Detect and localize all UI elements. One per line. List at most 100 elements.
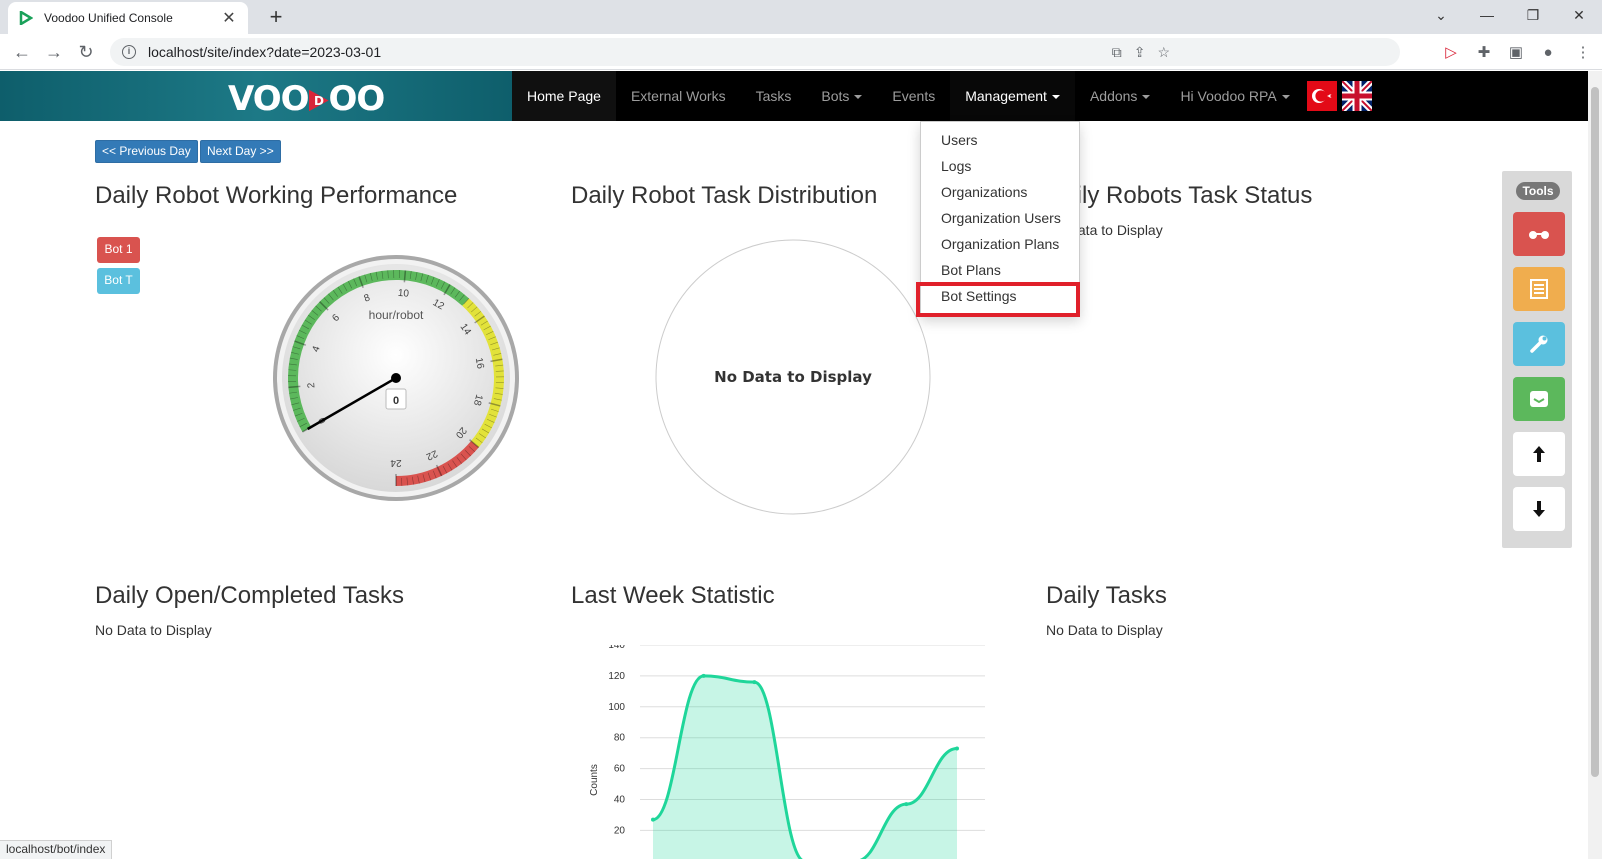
distribution-title: Daily Robot Task Distribution <box>571 182 878 209</box>
nav-addons[interactable]: Addons <box>1075 71 1165 121</box>
voodoo-extension-icon[interactable]: ▷ <box>1440 42 1462 64</box>
share-icon[interactable]: ⇪ <box>1134 44 1146 61</box>
open-completed-title: Daily Open/Completed Tasks <box>95 582 405 609</box>
restore-icon[interactable]: ❐ <box>1510 0 1556 30</box>
arrow-down-icon <box>1533 501 1545 517</box>
nav-external-works[interactable]: External Works <box>616 71 741 121</box>
daily-tasks-title: Daily Tasks <box>1046 582 1167 609</box>
list-icon <box>1530 279 1548 299</box>
gauge-hub <box>391 373 401 383</box>
menu-item-logs[interactable]: Logs <box>921 153 1079 179</box>
reload-icon[interactable]: ↻ <box>72 39 100 65</box>
last-week-title: Last Week Statistic <box>571 582 775 609</box>
extensions-puzzle-icon[interactable]: ✚ <box>1473 42 1495 64</box>
chart-point <box>651 817 655 822</box>
previous-day-button[interactable]: << Previous Day <box>95 140 198 163</box>
menu-item-users[interactable]: Users <box>921 127 1079 153</box>
gauge-tick <box>403 270 407 283</box>
gauge-tick <box>288 385 301 389</box>
gauge-tick-label: 24 <box>390 457 402 468</box>
hdd-icon <box>1530 391 1548 407</box>
close-window-icon[interactable]: ✕ <box>1556 0 1602 30</box>
list-tool-button[interactable] <box>1513 267 1565 311</box>
bot-t-button[interactable]: Bot T <box>97 268 140 294</box>
chart-y-axis-label: Counts <box>589 764 600 796</box>
close-tab-icon[interactable]: ✕ <box>220 8 238 28</box>
menu-item-organizations[interactable]: Organizations <box>921 179 1079 205</box>
minimize-icon[interactable]: — <box>1464 0 1510 30</box>
nav-user-menu[interactable]: Hi Voodoo RPA <box>1165 71 1304 121</box>
next-day-button[interactable]: Next Day >> <box>200 140 281 163</box>
chart-y-tick-label: 140 <box>608 645 625 651</box>
forward-icon[interactable]: → <box>40 39 68 65</box>
chevron-down-icon <box>1051 95 1060 100</box>
brand-area: VOO D OO <box>0 71 515 121</box>
bot-1-button[interactable]: Bot 1 <box>97 237 140 263</box>
gauge-tick-label: 10 <box>397 288 409 300</box>
chart-point <box>752 680 757 685</box>
arrow-up-icon <box>1533 446 1545 462</box>
wrench-icon <box>1530 335 1548 353</box>
gauge-value: 0 <box>393 395 399 407</box>
chart-y-tick-label: 60 <box>614 764 626 775</box>
back-icon[interactable]: ← <box>8 39 36 65</box>
chevron-down-icon <box>854 95 863 100</box>
turkish-flag-icon[interactable] <box>1307 81 1337 111</box>
menu-item-bot-plans[interactable]: Bot Plans <box>921 257 1079 283</box>
distribution-no-data: No Data to Display <box>714 368 872 386</box>
open-completed-no-data: No Data to Display <box>95 622 212 638</box>
performance-title: Daily Robot Working Performance <box>95 182 458 209</box>
translate-icon[interactable]: ⧉ <box>1112 44 1122 61</box>
glasses-tool-button[interactable] <box>1513 212 1565 256</box>
browser-tab[interactable]: Voodoo Unified Console ✕ <box>8 2 248 34</box>
nav-bots[interactable]: Bots <box>806 71 877 121</box>
chevron-down-icon <box>1281 95 1290 100</box>
nav-home-page[interactable]: Home Page <box>512 71 616 121</box>
tools-panel: Tools <box>1502 171 1572 548</box>
chart-y-tick-label: 100 <box>608 702 625 713</box>
bot-settings-highlight-box <box>916 282 1080 317</box>
site-info-icon[interactable]: i <box>122 45 136 59</box>
logo-text-left: VOO <box>228 79 310 119</box>
inbox-tool-button[interactable] <box>1513 377 1565 421</box>
browser-toolbar: ← → ↻ i localhost/site/index?date=2023-0… <box>0 34 1602 70</box>
chart-point <box>904 802 909 807</box>
voodoo-logo[interactable]: VOO D OO <box>228 79 386 119</box>
new-tab-icon[interactable]: + <box>262 4 290 32</box>
menu-item-organization-users[interactable]: Organization Users <box>921 205 1079 231</box>
status-title: Daily Robots Task Status <box>1046 182 1313 209</box>
nav-events[interactable]: Events <box>877 71 950 121</box>
last-week-area-chart: 20 40 60 80 100 120 140 Counts <box>589 645 985 859</box>
browser-menu-icon[interactable]: ⋮ <box>1572 42 1594 64</box>
bookmark-star-icon[interactable]: ☆ <box>1157 44 1170 61</box>
distribution-pie-empty: No Data to Display <box>655 239 931 515</box>
chart-area-fill <box>653 675 957 859</box>
status-bar-url: localhost/bot/index <box>0 840 113 859</box>
chevron-down-icon <box>1142 95 1151 100</box>
chart-point <box>701 673 706 678</box>
uk-flag-icon[interactable] <box>1342 81 1372 111</box>
chart-y-tick-label: 80 <box>614 733 626 744</box>
page-scrollbar[interactable] <box>1588 71 1602 859</box>
nav-management[interactable]: Management <box>950 71 1075 121</box>
menu-item-organization-plans[interactable]: Organization Plans <box>921 231 1079 257</box>
address-bar[interactable]: i localhost/site/index?date=2023-03-01 ⧉… <box>110 38 1400 66</box>
chart-y-tick-label: 40 <box>614 795 626 806</box>
voodoo-favicon-icon <box>18 10 34 26</box>
side-panel-icon[interactable]: ▣ <box>1505 42 1527 64</box>
scroll-down-button[interactable] <box>1513 487 1565 531</box>
performance-gauge: 024681012141618202224 hour/robot 0 <box>273 255 519 501</box>
tab-title: Voodoo Unified Console <box>44 11 173 25</box>
gauge-unit-label: hour/robot <box>369 308 424 322</box>
scrollbar-thumb[interactable] <box>1591 87 1599 777</box>
daily-tasks-no-data: No Data to Display <box>1046 622 1163 638</box>
logo-text-right: OO <box>328 79 386 119</box>
logo-play-icon: D <box>308 89 329 112</box>
tab-search-icon[interactable]: ⌄ <box>1418 0 1464 30</box>
nav-tasks[interactable]: Tasks <box>741 71 807 121</box>
glasses-icon <box>1529 231 1549 239</box>
scroll-up-button[interactable] <box>1513 432 1565 476</box>
url-text: localhost/site/index?date=2023-03-01 <box>148 44 382 60</box>
wrench-tool-button[interactable] <box>1513 322 1565 366</box>
profile-avatar-icon[interactable]: ● <box>1537 42 1559 64</box>
